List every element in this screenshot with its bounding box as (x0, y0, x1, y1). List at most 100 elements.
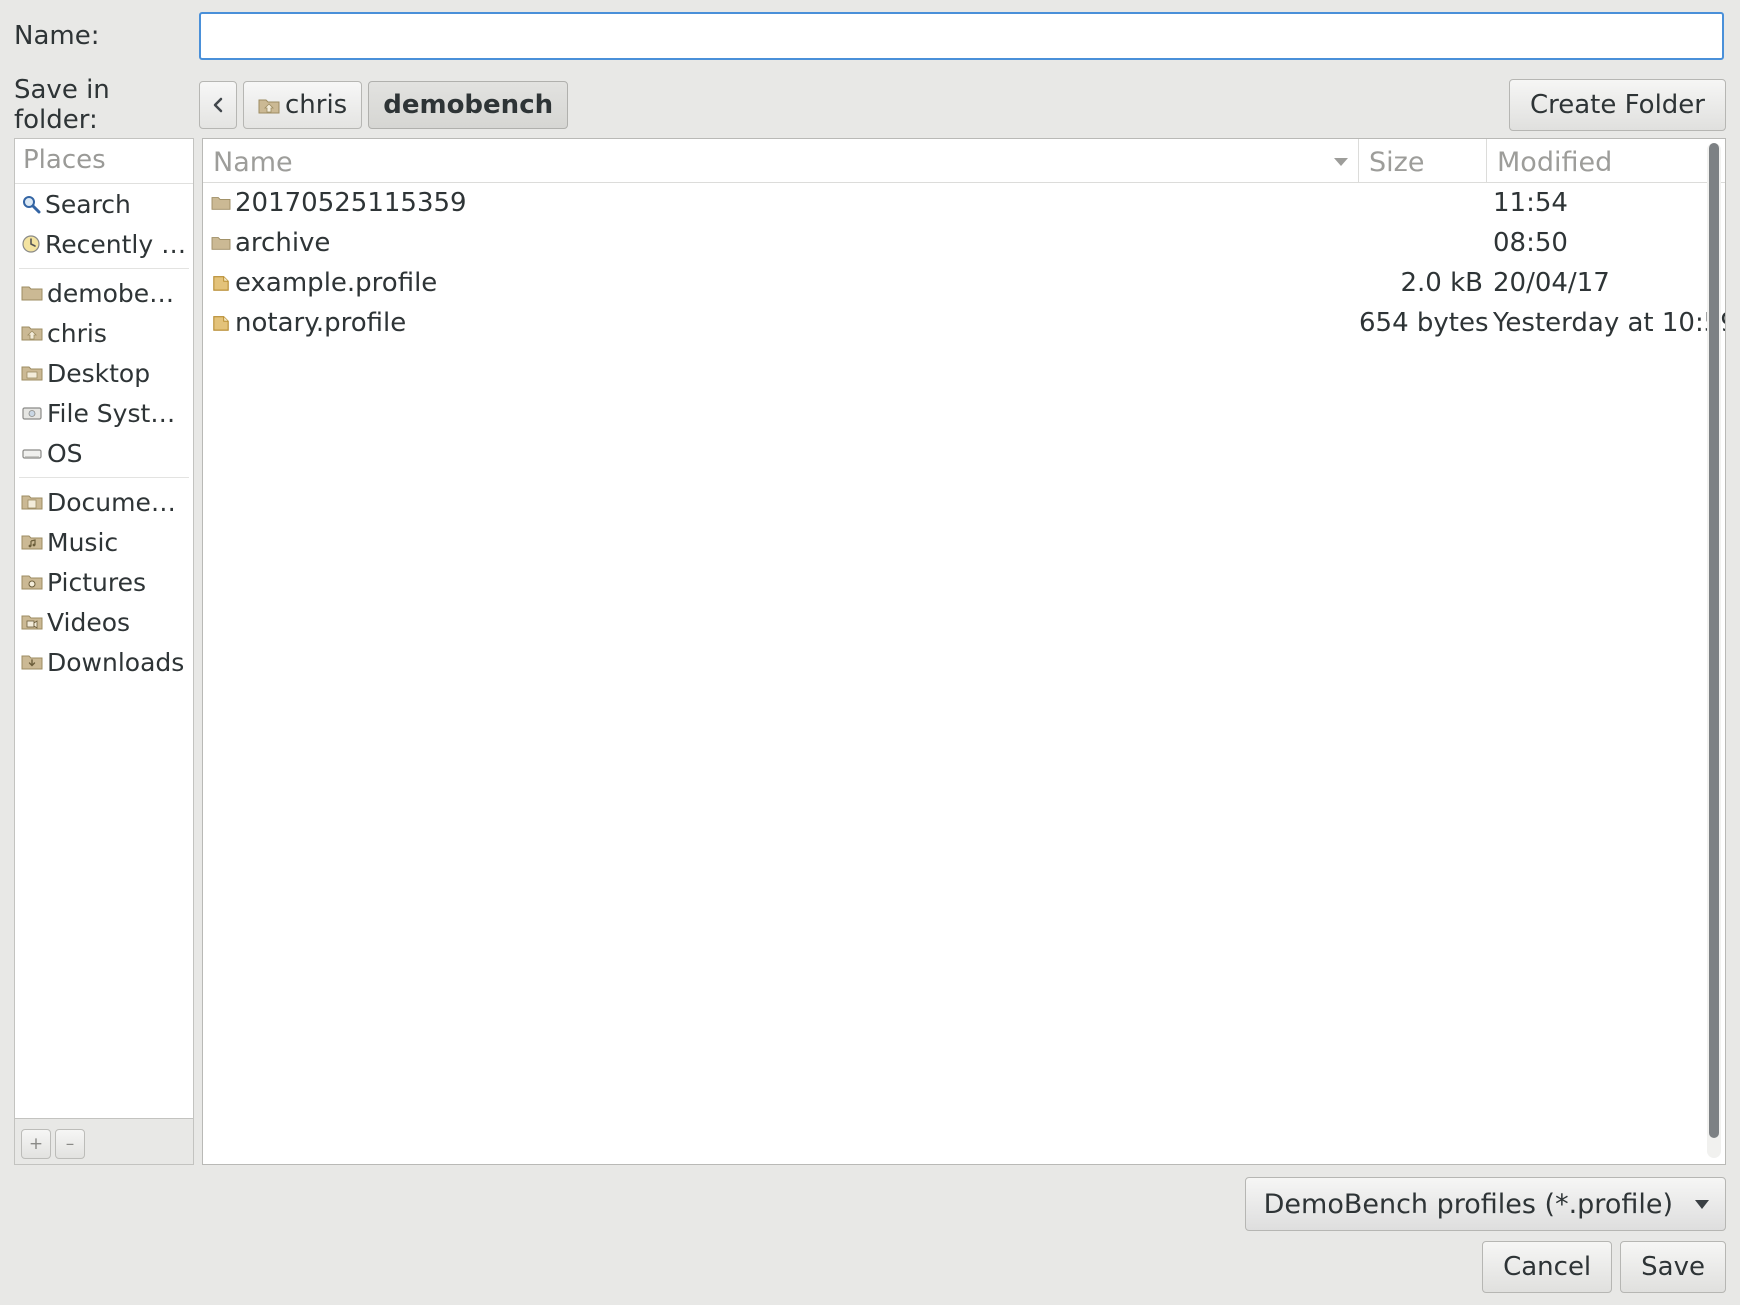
dialog-body: Places Search Recently U… (0, 138, 1740, 1165)
places-buttons: + – (14, 1119, 194, 1165)
sidebar-item-label: chris (47, 318, 107, 348)
column-header-modified[interactable]: Modified (1487, 139, 1725, 182)
sidebar-item-label: File System (47, 398, 187, 428)
file-name-label: 20170525115359 (235, 188, 467, 218)
sidebar-item-desktop[interactable]: Desktop (15, 353, 193, 393)
sidebar-item-label: OS (47, 438, 83, 468)
table-row[interactable]: example.profile 2.0 kB 20/04/17 (203, 263, 1725, 303)
places-list[interactable]: Places Search Recently U… (14, 138, 194, 1119)
file-modified-cell: 11:54 (1493, 188, 1568, 218)
breadcrumb-back-button[interactable] (199, 81, 237, 129)
file-name-cell: archive (203, 228, 1359, 258)
add-bookmark-button[interactable]: + (21, 1128, 51, 1159)
sidebar-item-label: Pictures (47, 567, 146, 597)
file-modified-cell: Yesterday at 10:59 (1493, 308, 1725, 338)
column-header-size[interactable]: Size (1359, 139, 1487, 182)
column-header-name-label: Name (213, 146, 293, 178)
file-icon (211, 314, 231, 332)
sidebar-separator (19, 268, 189, 269)
table-row[interactable]: archive 08:50 (203, 223, 1725, 263)
filename-input[interactable] (199, 12, 1724, 60)
column-header-modified-label: Modified (1497, 146, 1613, 178)
sidebar-item-label: Search (45, 189, 131, 219)
desktop-folder-icon (21, 363, 43, 383)
disk-icon (21, 443, 43, 463)
sidebar-item-chris[interactable]: chris (15, 313, 193, 353)
table-row[interactable]: notary.profile 654 bytes Yesterday at 10… (203, 303, 1725, 343)
file-type-filter-dropdown[interactable]: DemoBench profiles (*.profile) (1244, 1177, 1726, 1231)
sidebar-item-music[interactable]: Music (15, 522, 193, 562)
file-list-header: Name Size Modified (203, 139, 1725, 183)
action-buttons: Cancel Save (0, 1231, 1740, 1305)
breadcrumb: chris demobench (199, 81, 574, 129)
save-in-folder-label: Save in folder: (14, 75, 110, 135)
sidebar-item-downloads[interactable]: Downloads (15, 642, 193, 682)
sort-descending-icon (1334, 158, 1348, 166)
sidebar-item-label: Videos (47, 607, 131, 637)
chevron-down-icon (1695, 1199, 1709, 1209)
sidebar-item-label: demobench (47, 278, 187, 308)
table-row[interactable]: 20170525115359 11:54 (203, 183, 1725, 223)
file-list-rows: 20170525115359 11:54 archive 08:50 examp… (203, 183, 1725, 1164)
search-icon (21, 194, 41, 214)
name-row: Name: (0, 0, 1740, 72)
file-size-cell: 2.0 kB (1400, 268, 1483, 298)
folder-icon (21, 283, 43, 303)
save-button[interactable]: Save (1620, 1241, 1726, 1293)
file-list: Name Size Modified 20170525115359 11:54 … (202, 138, 1726, 1165)
folder-icon (211, 234, 231, 252)
sidebar-item-documents[interactable]: Documents (15, 482, 193, 522)
sidebar-item-label: Recently U… (45, 229, 187, 259)
file-name-label: archive (235, 228, 331, 258)
file-name-cell: notary.profile (203, 308, 1359, 338)
file-name-cell: example.profile (203, 268, 1359, 298)
places-sidebar: Places Search Recently U… (14, 138, 194, 1165)
sidebar-item-pictures[interactable]: Pictures (15, 562, 193, 602)
sidebar-item-label: Desktop (47, 358, 151, 388)
column-header-size-label: Size (1369, 146, 1425, 178)
sidebar-separator (19, 477, 189, 478)
sidebar-item-search[interactable]: Search (15, 184, 193, 224)
save-file-dialog: Name: Save in folder: chris demobench Cr… (0, 0, 1740, 1305)
music-folder-icon (21, 532, 43, 552)
sidebar-item-os[interactable]: OS (15, 433, 193, 473)
sidebar-item-demobench[interactable]: demobench (15, 273, 193, 313)
cancel-button[interactable]: Cancel (1482, 1241, 1613, 1293)
sidebar-item-recently-used[interactable]: Recently U… (15, 224, 193, 264)
file-type-filter-label: DemoBench profiles (*.profile) (1263, 1188, 1673, 1220)
create-folder-button[interactable]: Create Folder (1508, 79, 1726, 131)
remove-bookmark-button[interactable]: – (55, 1128, 85, 1159)
breadcrumb-label: demobench (383, 90, 554, 120)
chevron-left-icon (212, 97, 224, 113)
file-modified-cell: 08:50 (1493, 228, 1568, 258)
column-header-name[interactable]: Name (203, 139, 1359, 182)
breadcrumb-item-demobench[interactable]: demobench (368, 81, 569, 129)
file-name-label: example.profile (235, 268, 438, 298)
folder-icon (211, 194, 231, 212)
pictures-folder-icon (21, 572, 43, 592)
folder-row: Save in folder: chris demobench Create F… (0, 72, 1740, 138)
breadcrumb-label: chris (285, 90, 348, 120)
filter-row: DemoBench profiles (*.profile) (0, 1165, 1740, 1231)
sidebar-item-videos[interactable]: Videos (15, 602, 193, 642)
breadcrumb-item-chris[interactable]: chris (243, 81, 363, 129)
file-list-scrollbar[interactable] (1707, 143, 1721, 1158)
places-header: Places (15, 139, 193, 184)
sidebar-item-label: Downloads (47, 647, 185, 677)
name-label: Name: (14, 21, 100, 51)
videos-folder-icon (21, 612, 43, 632)
file-modified-cell: 20/04/17 (1493, 268, 1610, 298)
home-folder-icon (21, 323, 43, 343)
file-icon (211, 274, 231, 292)
sidebar-item-label: Music (47, 527, 119, 557)
downloads-folder-icon (21, 652, 43, 672)
file-name-label: notary.profile (235, 308, 407, 338)
file-list-scrollbar-thumb[interactable] (1709, 143, 1719, 1138)
drive-icon (21, 403, 43, 423)
sidebar-item-file-system[interactable]: File System (15, 393, 193, 433)
recent-clock-icon (21, 234, 41, 254)
home-folder-icon (258, 95, 280, 115)
file-size-cell: 654 bytes (1359, 308, 1489, 338)
file-name-cell: 20170525115359 (203, 188, 1359, 218)
documents-folder-icon (21, 492, 43, 512)
